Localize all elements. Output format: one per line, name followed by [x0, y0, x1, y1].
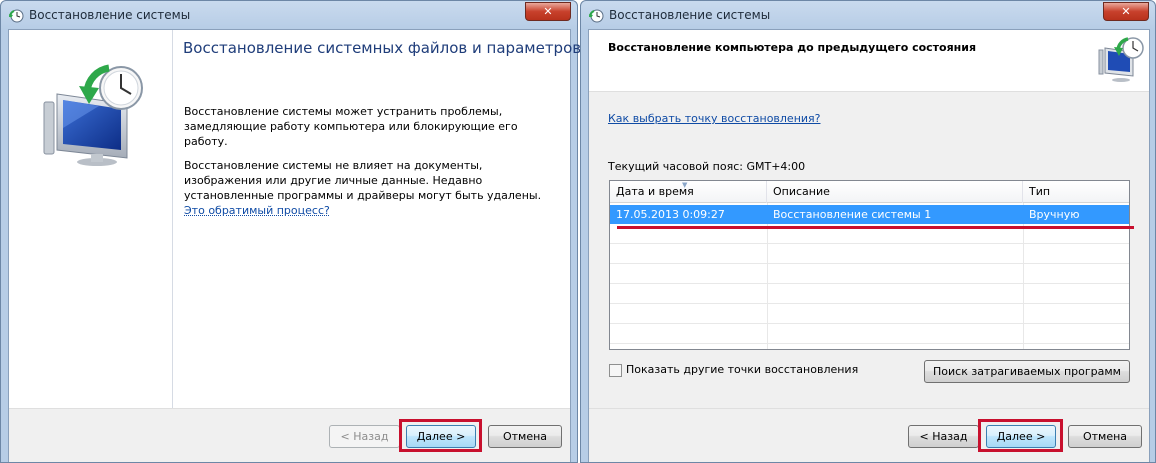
next-button[interactable]: Далее >	[986, 425, 1056, 448]
system-restore-icon	[589, 9, 604, 23]
scan-affected-programs-button[interactable]: Поиск затрагиваемых программ	[924, 360, 1130, 383]
restore-computer-clock-icon	[1098, 37, 1144, 82]
empty-row	[610, 305, 1129, 324]
info-paragraph: Восстановление системы не влияет на доку…	[184, 158, 544, 218]
intro-paragraph: Восстановление системы может устранить п…	[184, 105, 518, 148]
wizard-side-panel	[9, 30, 173, 410]
how-to-choose-restore-point-link[interactable]: Как выбрать точку восстановления?	[608, 112, 821, 125]
system-restore-window-select-point: Восстановление системы ✕ Восстановление …	[580, 0, 1156, 463]
wizard-body: Как выбрать точку восстановления? Текущи…	[589, 92, 1149, 408]
wizard-footer: < Назад Далее > Отмена	[9, 408, 570, 462]
page-title: Восстановление компьютера до предыдущего…	[608, 41, 977, 54]
column-header-type[interactable]: Тип	[1023, 181, 1129, 203]
column-header-date[interactable]: Дата и время ▼	[610, 181, 767, 203]
selected-row-underline	[617, 226, 1134, 229]
restore-computer-clock-icon	[43, 64, 143, 166]
show-more-points-checkbox[interactable]	[609, 364, 622, 377]
cell-date: 17.05.2013 0:09:27	[616, 208, 725, 221]
empty-row	[610, 285, 1129, 304]
back-button[interactable]: < Назад	[329, 425, 400, 448]
close-button[interactable]: ✕	[1103, 2, 1149, 21]
info-paragraph-text: Восстановление системы не влияет на доку…	[184, 159, 542, 202]
system-restore-icon	[9, 9, 24, 23]
system-restore-window-intro: Восстановление системы ✕ Восстановление …	[0, 0, 581, 463]
wizard-client-area: Восстановление системных файлов и параме…	[8, 29, 581, 462]
sort-arrow-icon: ▼	[682, 181, 688, 189]
title-bar[interactable]: Восстановление системы ✕	[581, 1, 1155, 29]
page-title: Восстановление системных файлов и параме…	[183, 39, 582, 57]
cell-description: Восстановление системы 1	[773, 208, 932, 221]
window-title: Восстановление системы	[609, 8, 771, 22]
show-more-points-label[interactable]: Показать другие точки восстановления	[626, 363, 858, 376]
table-row[interactable]: 17.05.2013 0:09:27 Восстановление систем…	[610, 205, 1129, 224]
restore-points-table[interactable]: Дата и время ▼ Описание Тип 17.05.2013 0…	[609, 180, 1130, 350]
cancel-button[interactable]: Отмена	[488, 425, 562, 448]
timezone-label: Текущий часовой пояс: GMT+4:00	[608, 160, 806, 173]
table-header: Дата и время ▼ Описание Тип	[610, 181, 1129, 203]
cancel-button[interactable]: Отмена	[1068, 425, 1142, 448]
back-button[interactable]: < Назад	[908, 425, 979, 448]
wizard-client-area: Восстановление компьютера до предыдущего…	[588, 29, 1150, 462]
empty-row	[610, 265, 1129, 284]
close-button[interactable]: ✕	[525, 2, 571, 21]
empty-row	[610, 325, 1129, 344]
column-header-description[interactable]: Описание	[767, 181, 1023, 203]
next-button[interactable]: Далее >	[406, 425, 476, 448]
wizard-footer: < Назад Далее > Отмена	[589, 408, 1149, 462]
window-title: Восстановление системы	[29, 8, 191, 22]
cell-type: Вручную	[1029, 208, 1080, 221]
empty-row	[610, 245, 1129, 264]
title-bar[interactable]: Восстановление системы ✕	[1, 1, 577, 29]
wizard-header: Восстановление компьютера до предыдущего…	[589, 30, 1149, 92]
reversible-process-link[interactable]: Это обратимый процесс?	[184, 204, 330, 217]
